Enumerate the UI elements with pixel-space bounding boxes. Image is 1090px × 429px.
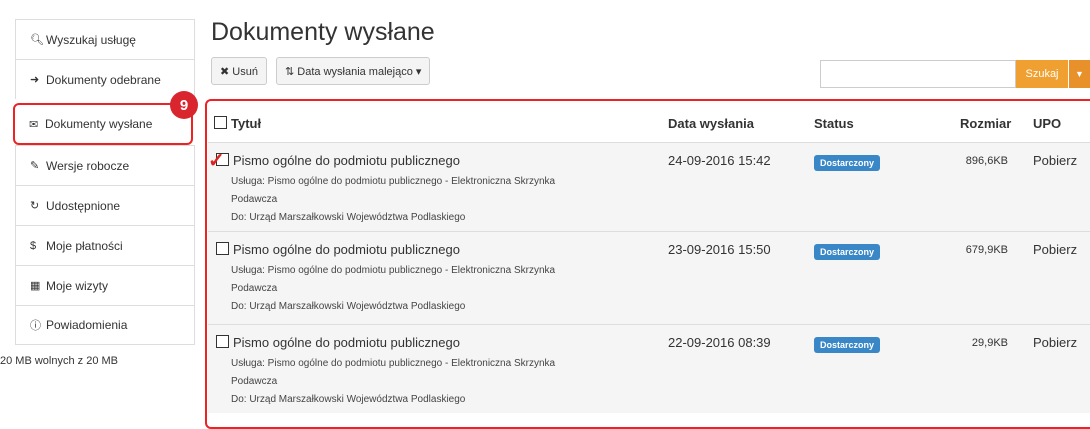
sidebar-item-visits[interactable]: ▦ Moje wizyty: [15, 265, 195, 305]
sidebar-item-label: Udostępnione: [46, 198, 121, 213]
delete-button[interactable]: ✖ Usuń: [211, 57, 267, 85]
sidebar-item-notifications[interactable]: ⓘ Powiadomienia: [15, 305, 195, 345]
sidebar-item-label: Moje wizyty: [46, 278, 109, 293]
sidebar-item-search[interactable]: 🔍︎ Wyszukaj usługę: [15, 19, 195, 59]
sidebar-item-label: Wyszukaj usługę: [46, 32, 136, 47]
highlight-frame: [205, 99, 1090, 429]
storage-quota: 20 MB wolnych z 20 MB: [0, 355, 118, 367]
sidebar-item-sent[interactable]: ✉ Dokumenty wysłane: [13, 103, 193, 145]
dollar-icon: $: [30, 239, 37, 252]
envelope-icon: ✉: [29, 118, 39, 131]
sort-dropdown[interactable]: ⇅ Data wysłania malejąco ▾: [276, 57, 431, 85]
arrow-right-icon: ➜: [30, 74, 40, 86]
search-input[interactable]: [820, 60, 1016, 88]
info-icon: ⓘ: [30, 320, 41, 332]
page-title: Dokumenty wysłane: [211, 18, 435, 46]
sidebar-item-label: Wersje robocze: [46, 158, 130, 173]
sidebar-item-label: Dokumenty wysłane: [45, 117, 153, 131]
sidebar: 🔍︎ Wyszukaj usługę ➜ Dokumenty odebrane …: [13, 19, 195, 345]
step-badge: 9: [170, 91, 198, 119]
sidebar-item-drafts[interactable]: ✎ Wersje robocze: [15, 145, 195, 185]
calendar-icon: ▦: [30, 280, 41, 292]
sidebar-item-payments[interactable]: $ Moje płatności: [15, 225, 195, 265]
pencil-icon: ✎: [30, 160, 40, 172]
sidebar-item-received[interactable]: ➜ Dokumenty odebrane: [15, 59, 195, 99]
sidebar-item-shared[interactable]: ↻ Udostępnione: [15, 185, 195, 225]
sidebar-item-label: Moje płatności: [46, 238, 123, 253]
chevron-down-icon[interactable]: ▼: [1069, 60, 1090, 88]
search-button[interactable]: Szukaj: [1016, 60, 1068, 88]
search-icon: 🔍︎: [30, 34, 44, 46]
sidebar-item-label: Dokumenty odebrane: [46, 72, 161, 87]
share-icon: ↻: [30, 200, 40, 212]
sidebar-item-label: Powiadomienia: [46, 318, 128, 332]
